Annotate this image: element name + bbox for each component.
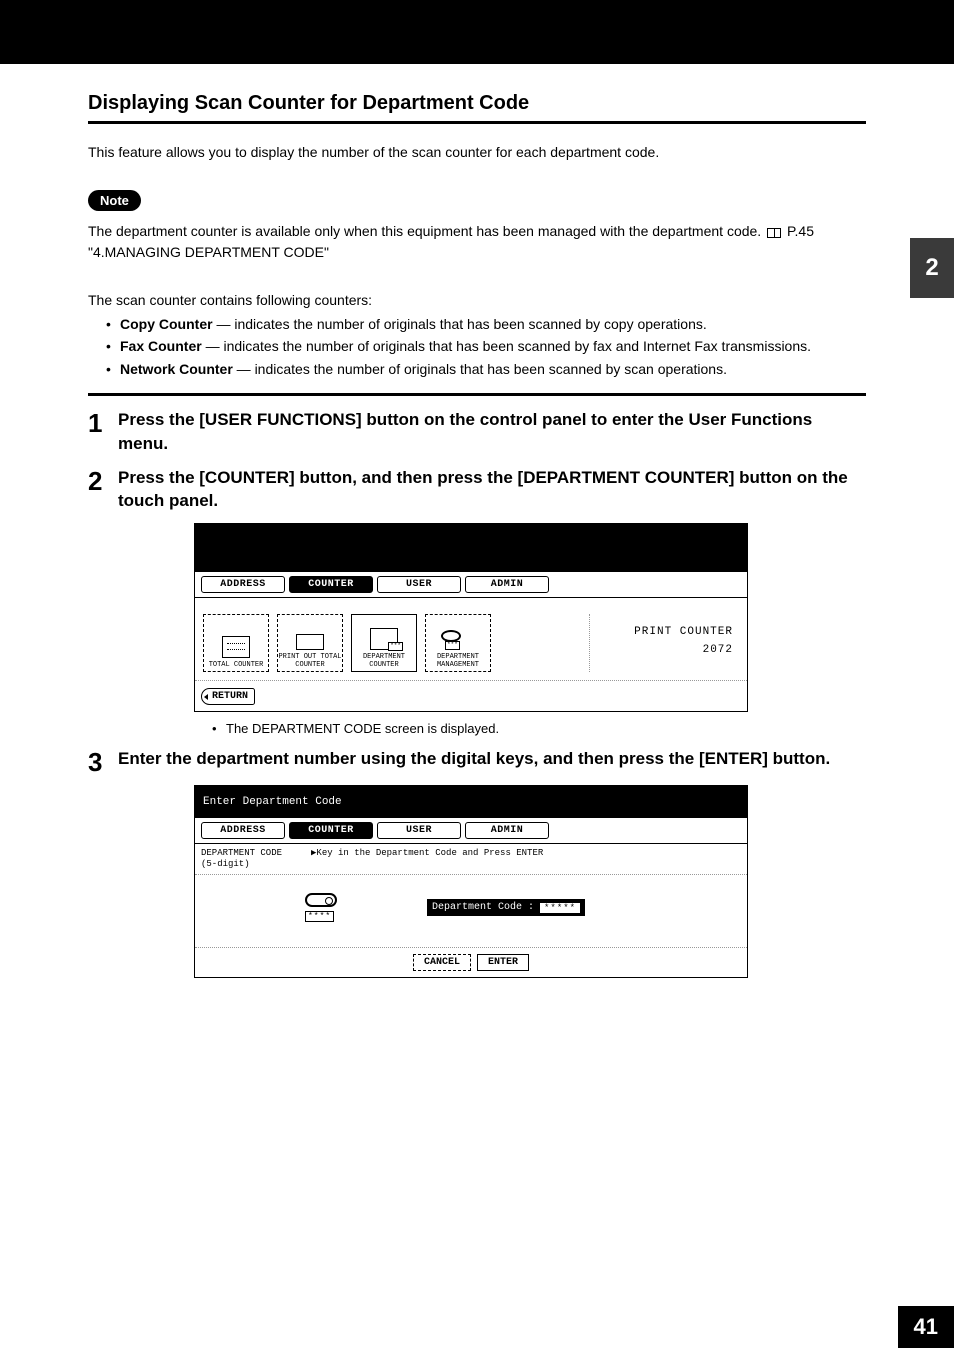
step-2-text: Press the [COUNTER] button, and then pre… bbox=[118, 466, 866, 514]
divider bbox=[88, 393, 866, 396]
dc-input-value: ***** bbox=[540, 903, 580, 913]
desc-copy: — indicates the number of originals that… bbox=[213, 316, 707, 332]
print-counter-value: 2072 bbox=[590, 642, 733, 660]
term-copy: Copy Counter bbox=[120, 316, 213, 332]
total-counter-label: TOTAL COUNTER bbox=[209, 662, 264, 670]
screenshot-2-header: Enter Department Code bbox=[195, 786, 747, 818]
step-1: 1 Press the [USER FUNCTIONS] button on t… bbox=[88, 408, 866, 456]
tab-row: ADDRESS COUNTER USER ADMIN bbox=[195, 572, 747, 598]
step-1-text: Press the [USER FUNCTIONS] button on the… bbox=[118, 408, 866, 456]
desc-network: — indicates the number of originals that… bbox=[233, 361, 727, 377]
screenshot-dept-code: Enter Department Code ADDRESS COUNTER US… bbox=[194, 785, 748, 978]
tab-user-2[interactable]: USER bbox=[377, 822, 461, 839]
tab-row-2: ADDRESS COUNTER USER ADMIN bbox=[195, 818, 747, 844]
key-oval-icon bbox=[305, 893, 337, 907]
sub-left-a: DEPARTMENT CODE bbox=[201, 848, 301, 859]
document-icon bbox=[222, 636, 250, 658]
tab-address[interactable]: ADDRESS bbox=[201, 576, 285, 593]
counter-item-copy: Copy Counter — indicates the number of o… bbox=[106, 314, 866, 334]
counter-item-network: Network Counter — indicates the number o… bbox=[106, 359, 866, 379]
term-fax: Fax Counter bbox=[120, 338, 202, 354]
book-icon bbox=[767, 228, 781, 238]
key-glyph: **** bbox=[305, 893, 337, 923]
key-icon bbox=[441, 628, 475, 650]
counter-item-fax: Fax Counter — indicates the number of or… bbox=[106, 336, 866, 356]
page-top-bar bbox=[0, 0, 954, 64]
tab-counter[interactable]: COUNTER bbox=[289, 576, 373, 593]
note-text-pre: The department counter is available only… bbox=[88, 223, 765, 239]
print-out-total-counter-button[interactable]: PRINT OUT TOTAL COUNTER bbox=[277, 614, 343, 672]
step-2-sub-bullets: The DEPARTMENT CODE screen is displayed. bbox=[194, 720, 866, 739]
tab-user[interactable]: USER bbox=[377, 576, 461, 593]
document-key-icon bbox=[370, 628, 398, 650]
return-button[interactable]: RETURN bbox=[201, 688, 255, 705]
sub-left-b: (5-digit) bbox=[201, 859, 301, 870]
step-2-bullet: The DEPARTMENT CODE screen is displayed. bbox=[212, 720, 866, 739]
counter-list: Copy Counter — indicates the number of o… bbox=[88, 314, 866, 379]
print-counter-readout: PRINT COUNTER 2072 bbox=[589, 614, 739, 672]
key-box-label: **** bbox=[305, 911, 334, 922]
page-content: Displaying Scan Counter for Department C… bbox=[0, 64, 954, 978]
screenshot-counter-tab: ADDRESS COUNTER USER ADMIN TOTAL COUNTER… bbox=[194, 523, 748, 712]
note-text: The department counter is available only… bbox=[88, 221, 866, 262]
screenshot-header-strip bbox=[195, 524, 747, 572]
desc-fax: — indicates the number of originals that… bbox=[202, 338, 811, 354]
dept-counter-label: DEPARTMENT COUNTER bbox=[352, 654, 416, 669]
step-3: 3 Enter the department number using the … bbox=[88, 747, 866, 775]
step-1-number: 1 bbox=[88, 408, 118, 436]
printer-icon bbox=[296, 634, 324, 650]
chapter-tab: 2 bbox=[910, 238, 954, 298]
page-number: 41 bbox=[898, 1306, 954, 1348]
tab-address-2[interactable]: ADDRESS bbox=[201, 822, 285, 839]
step-2: 2 Press the [COUNTER] button, and then p… bbox=[88, 466, 866, 514]
department-counter-button[interactable]: DEPARTMENT COUNTER bbox=[351, 614, 417, 672]
dept-mgmt-label: DEPARTMENT MANAGEMENT bbox=[426, 654, 490, 669]
step-3-text: Enter the department number using the di… bbox=[118, 747, 830, 771]
total-counter-button[interactable]: TOTAL COUNTER bbox=[203, 614, 269, 672]
tab-admin-2[interactable]: ADMIN bbox=[465, 822, 549, 839]
department-code-field[interactable]: Department Code : ***** bbox=[427, 899, 585, 916]
step-2-number: 2 bbox=[88, 466, 118, 494]
cancel-button[interactable]: CANCEL bbox=[413, 954, 471, 971]
print-out-label: PRINT OUT TOTAL COUNTER bbox=[278, 654, 342, 669]
note-badge: Note bbox=[88, 190, 141, 211]
intro-paragraph: This feature allows you to display the n… bbox=[88, 142, 866, 162]
sub-right: ▶Key in the Department Code and Press EN… bbox=[311, 848, 543, 870]
dc-label: Department Code : bbox=[432, 902, 534, 913]
print-counter-label: PRINT COUNTER bbox=[590, 624, 733, 642]
term-network: Network Counter bbox=[120, 361, 233, 377]
step-3-number: 3 bbox=[88, 747, 118, 775]
section-title: Displaying Scan Counter for Department C… bbox=[88, 92, 866, 124]
tab-admin[interactable]: ADMIN bbox=[465, 576, 549, 593]
enter-button[interactable]: ENTER bbox=[477, 954, 529, 971]
tab-counter-2[interactable]: COUNTER bbox=[289, 822, 373, 839]
counters-intro: The scan counter contains following coun… bbox=[88, 290, 866, 310]
department-management-button[interactable]: DEPARTMENT MANAGEMENT bbox=[425, 614, 491, 672]
